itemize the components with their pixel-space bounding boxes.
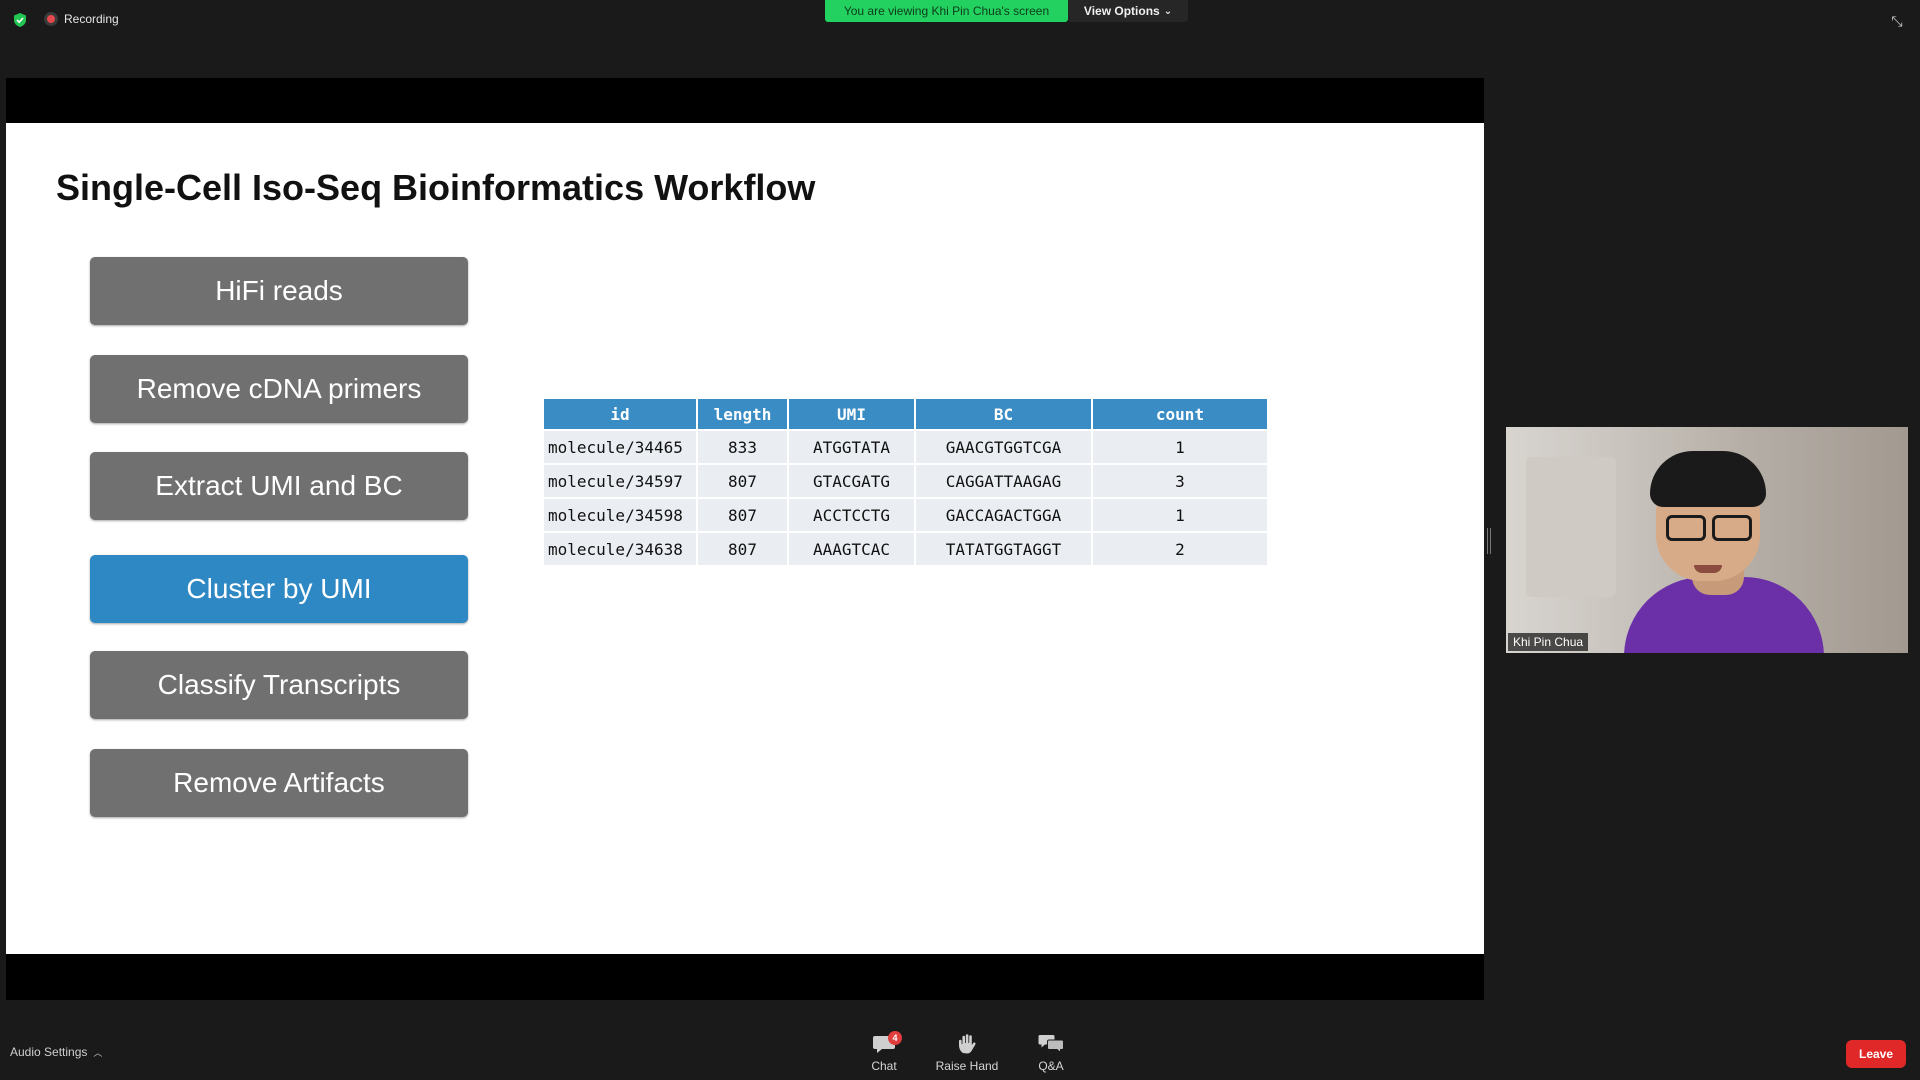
step-label: Remove cDNA primers (136, 373, 422, 404)
leave-button[interactable]: Leave (1846, 1040, 1906, 1068)
audio-settings-button[interactable]: Audio Settings ︿ (10, 1045, 102, 1059)
participant-name-tag: Khi Pin Chua (1508, 633, 1589, 651)
table-cell: 807 (698, 465, 787, 497)
chevron-down-icon: ⌄ (1163, 5, 1173, 17)
recording-label: Recording (64, 12, 119, 26)
participant-glasses (1666, 515, 1752, 541)
slide-title: Single-Cell Iso-Seq Bioinformatics Workf… (56, 167, 816, 208)
shared-screen: Single-Cell Iso-Seq Bioinformatics Workf… (6, 78, 1484, 1000)
workflow-step: Remove cDNA primers (90, 355, 468, 423)
table-row: molecule/34598 807 ACCTCCTG GACCAGACTGGA… (544, 499, 1267, 531)
audio-settings-label: Audio Settings (10, 1045, 88, 1059)
qa-button[interactable]: Q&A (1016, 1033, 1086, 1073)
meeting-controls-bar: Audio Settings ︿ 4 Chat Raise Hand Q&A L… (0, 1028, 1920, 1080)
qa-label: Q&A (1038, 1059, 1064, 1073)
table-cell: 1 (1093, 431, 1267, 463)
table-cell: GTACGATG (789, 465, 914, 497)
table-header-row: id length UMI BC count (544, 399, 1267, 429)
top-bar: Recording You are viewing Khi Pin Chua's… (0, 0, 1920, 40)
step-label: Classify Transcripts (157, 669, 401, 700)
viewing-screen-banner: You are viewing Khi Pin Chua's screen (825, 0, 1068, 22)
table-cell: 807 (698, 533, 787, 565)
panel-resize-handle[interactable] (1487, 528, 1491, 554)
table-cell: molecule/34465 (544, 431, 696, 463)
raise-hand-icon (959, 1034, 976, 1054)
table-cell: 833 (698, 431, 787, 463)
column-header: id (544, 399, 696, 429)
caret-up-icon: ︿ (93, 1047, 103, 1058)
participant-mouth (1694, 565, 1722, 573)
workflow-step: Remove Artifacts (90, 749, 468, 817)
qa-icon (1038, 1035, 1064, 1054)
table-cell: molecule/34638 (544, 533, 696, 565)
workflow-step-highlighted: Cluster by UMI (90, 555, 468, 623)
table-cell: GACCAGACTGGA (916, 499, 1091, 531)
workflow-step: Classify Transcripts (90, 651, 468, 719)
recording-icon (44, 12, 58, 26)
table-cell: CAGGATTAAGAG (916, 465, 1091, 497)
participant-video-tile[interactable]: Khi Pin Chua (1506, 427, 1908, 653)
table-cell: 3 (1093, 465, 1267, 497)
table-row: molecule/34597 807 GTACGATG CAGGATTAAGAG… (544, 465, 1267, 497)
table-cell: molecule/34598 (544, 499, 696, 531)
raise-hand-button[interactable]: Raise Hand (932, 1033, 1002, 1073)
chat-button[interactable]: 4 Chat (849, 1031, 919, 1073)
raise-hand-label: Raise Hand (935, 1059, 999, 1073)
column-header: count (1093, 399, 1267, 429)
step-label: Extract UMI and BC (155, 470, 403, 501)
view-options-button[interactable]: View Options ⌄ (1068, 0, 1188, 22)
chat-label: Chat (871, 1059, 897, 1073)
view-options-label: View Options (1083, 4, 1160, 18)
table-cell: molecule/34597 (544, 465, 696, 497)
table-row: molecule/34465 833 ATGGTATA GAACGTGGTCGA… (544, 431, 1267, 463)
table-cell: ACCTCCTG (789, 499, 914, 531)
shield-icon[interactable] (12, 12, 28, 28)
step-label: Remove Artifacts (173, 767, 385, 798)
table-cell: 807 (698, 499, 787, 531)
table-cell: ATGGTATA (789, 431, 914, 463)
recording-indicator[interactable]: Recording (44, 12, 119, 26)
column-header: BC (916, 399, 1091, 429)
exit-fullscreen-icon[interactable]: ⤡ (1888, 12, 1906, 30)
workflow-step: Extract UMI and BC (90, 452, 468, 520)
table-cell: 1 (1093, 499, 1267, 531)
video-background-object (1526, 457, 1616, 597)
molecule-table: id length UMI BC count molecule/34465 83… (542, 397, 1269, 567)
column-header: UMI (789, 399, 914, 429)
table-cell: GAACGTGGTCGA (916, 431, 1091, 463)
workflow-step: HiFi reads (90, 257, 468, 325)
table-cell: 2 (1093, 533, 1267, 565)
table-cell: AAAGTCAC (789, 533, 914, 565)
step-label: Cluster by UMI (186, 573, 372, 604)
table-row: molecule/34638 807 AAAGTCAC TATATGGTAGGT… (544, 533, 1267, 565)
column-header: length (698, 399, 787, 429)
table-cell: TATATGGTAGGT (916, 533, 1091, 565)
chat-unread-badge: 4 (888, 1031, 902, 1045)
participant-hair (1650, 451, 1766, 507)
presentation-slide: Single-Cell Iso-Seq Bioinformatics Workf… (6, 123, 1484, 954)
step-label: HiFi reads (215, 275, 343, 306)
